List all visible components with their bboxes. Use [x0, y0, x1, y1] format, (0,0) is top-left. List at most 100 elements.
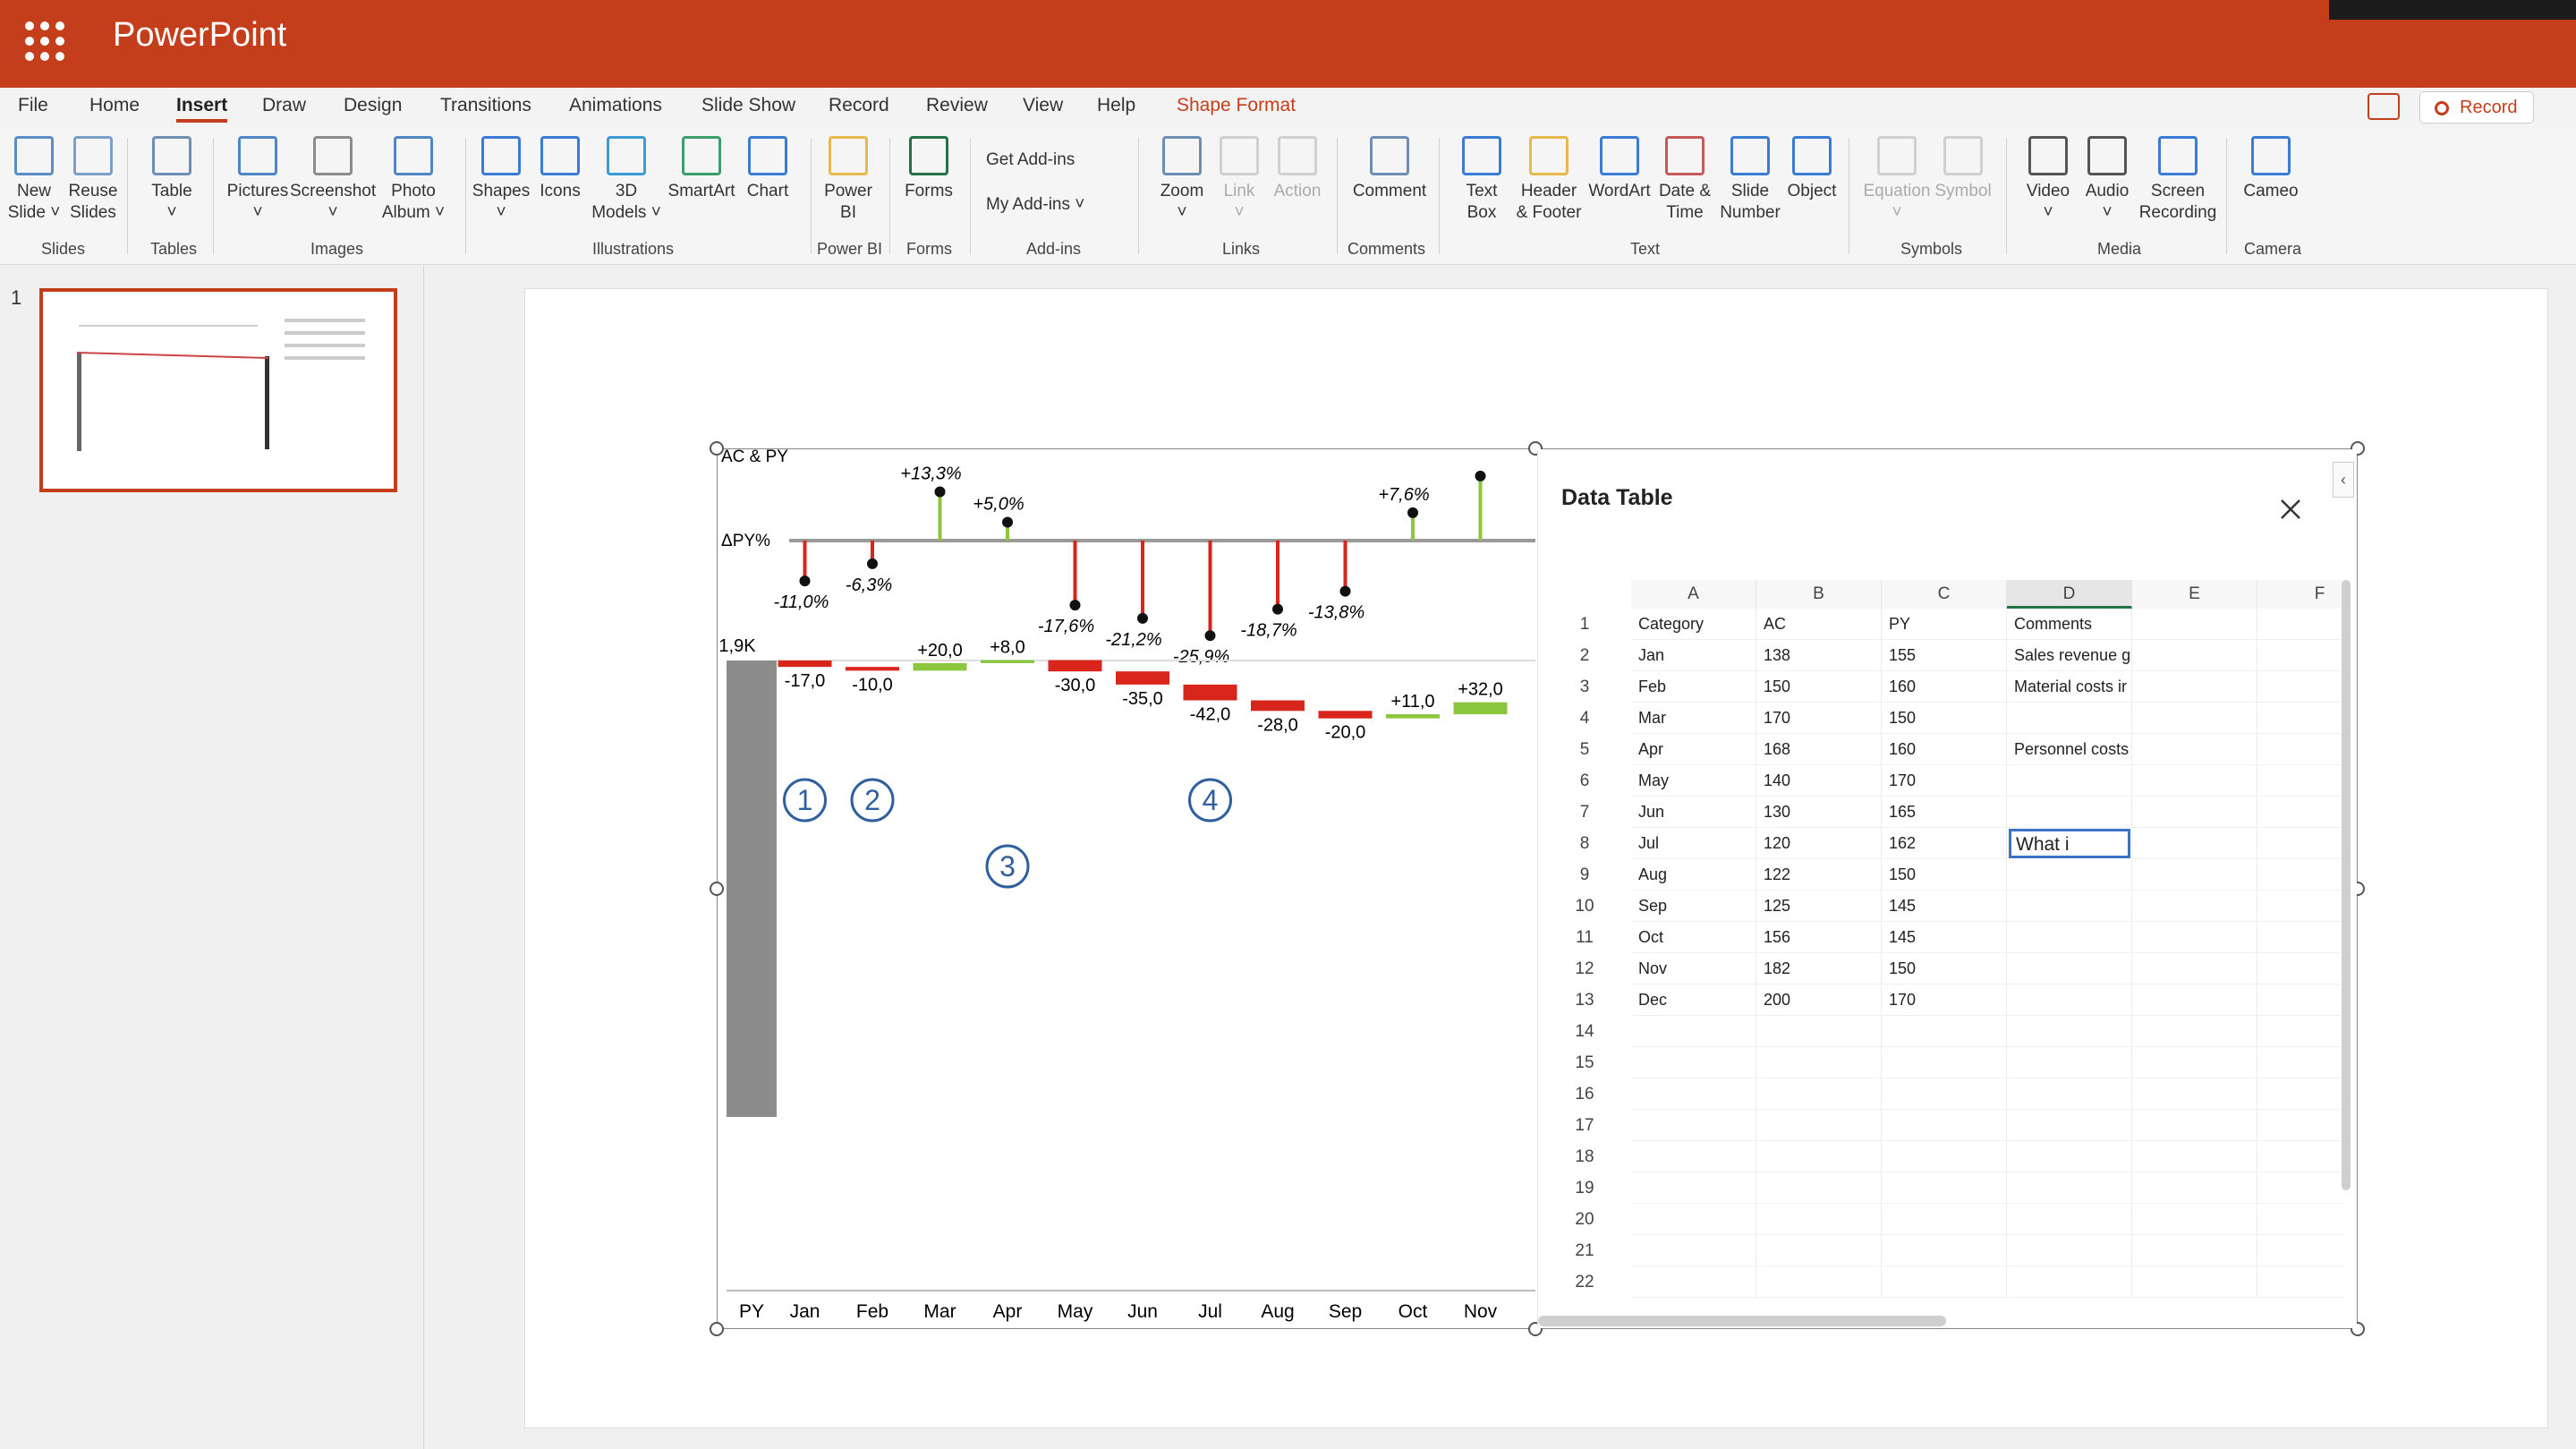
grid-cell[interactable] [2132, 1204, 2257, 1235]
grid-cell[interactable] [2132, 609, 2257, 640]
horizontal-scrollbar[interactable] [1538, 1316, 1946, 1326]
grid-cell[interactable] [1631, 1078, 1756, 1110]
grid-cell[interactable] [2257, 1266, 2343, 1298]
column-header[interactable]: B [1756, 580, 1882, 609]
grid-cell[interactable]: Category [1631, 609, 1756, 640]
cameo-button[interactable]: Cameo [2239, 136, 2303, 202]
grid-cell[interactable] [2007, 891, 2132, 922]
column-header[interactable]: F [2257, 580, 2343, 609]
forms-button[interactable]: Forms [900, 136, 957, 202]
tab-file[interactable]: File [18, 95, 48, 116]
grid-cell[interactable]: Jun [1631, 797, 1756, 828]
grid-cell[interactable] [1756, 1110, 1882, 1141]
object-button[interactable]: Object [1781, 136, 1843, 202]
date-time-button[interactable]: Date & Time [1654, 136, 1716, 224]
grid-cell[interactable] [1756, 1172, 1882, 1204]
grid-cell[interactable] [2007, 1078, 2132, 1110]
smartart-button[interactable]: SmartArt [664, 136, 739, 202]
grid-cell[interactable] [1882, 1266, 2007, 1298]
grid-cell[interactable]: Sep [1631, 891, 1756, 922]
header-footer-button[interactable]: Header & Footer [1509, 136, 1589, 224]
grid-cell[interactable] [1882, 1078, 2007, 1110]
grid-cell[interactable]: 150 [1882, 859, 2007, 891]
comment-button[interactable]: Comment [1349, 136, 1430, 202]
row-header[interactable]: 9 [1538, 859, 1631, 891]
grid-cell[interactable]: 170 [1882, 765, 2007, 797]
column-header[interactable]: D [2007, 580, 2132, 609]
row-header[interactable]: 16 [1538, 1078, 1631, 1110]
grid-cell[interactable] [2132, 859, 2257, 891]
table-button[interactable]: Table ˅ [145, 136, 199, 224]
grid-cell[interactable]: Jan [1631, 640, 1756, 671]
grid-cell[interactable] [2007, 859, 2132, 891]
grid-cell[interactable] [2132, 1047, 2257, 1078]
chart-button[interactable]: Chart [739, 136, 796, 202]
grid-cell[interactable] [2007, 1266, 2132, 1298]
grid-cell[interactable] [2257, 765, 2343, 797]
grid-cell[interactable] [1631, 1016, 1756, 1047]
variance-chart[interactable]: AC & PYΔPY%-11,0%-6,3%+13,3%+5,0%-17,6%-… [718, 449, 1535, 1328]
grid-cell[interactable]: 140 [1756, 765, 1882, 797]
grid-cell[interactable]: 156 [1756, 922, 1882, 953]
symbol-button[interactable]: Symbol [1931, 136, 1995, 202]
grid-cell[interactable] [1882, 1016, 2007, 1047]
grid-cell[interactable] [2007, 1141, 2132, 1172]
grid-cell[interactable] [2132, 1110, 2257, 1141]
link-button[interactable]: Link ˅ [1213, 136, 1265, 224]
shapes-button[interactable]: Shapes ˅ [467, 136, 535, 224]
equation-button[interactable]: Equation ˅ [1861, 136, 1933, 224]
close-icon[interactable] [2277, 496, 2304, 523]
grid-cell[interactable]: 162 [1882, 828, 2007, 859]
app-launcher-icon[interactable] [25, 21, 64, 61]
grid-cell[interactable] [1756, 1235, 1882, 1266]
grid-cell[interactable] [2132, 1235, 2257, 1266]
grid-cell[interactable] [1631, 1110, 1756, 1141]
grid-cell[interactable] [2007, 1172, 2132, 1204]
grid-cell[interactable] [2257, 640, 2343, 671]
zoom-button[interactable]: Zoom ˅ [1152, 136, 1211, 224]
grid-cell[interactable] [2132, 671, 2257, 703]
tab-transitions[interactable]: Transitions [440, 95, 531, 116]
grid-cell[interactable]: 138 [1756, 640, 1882, 671]
grid-cell[interactable] [2007, 765, 2132, 797]
row-header[interactable]: 8 [1538, 828, 1631, 859]
grid-cell[interactable]: Sales revenue g [2007, 640, 2132, 671]
grid-cell[interactable] [2257, 1016, 2343, 1047]
3d-models-button[interactable]: 3D Models ˅ [589, 136, 664, 224]
grid-cell[interactable] [2007, 953, 2132, 984]
grid-cell[interactable] [1882, 1204, 2007, 1235]
grid-cell[interactable]: 120 [1756, 828, 1882, 859]
screenshot-button[interactable]: Screenshot ˅ [290, 136, 376, 224]
video-button[interactable]: Video ˅ [2019, 136, 2078, 224]
grid-cell[interactable] [1882, 1047, 2007, 1078]
grid-cell[interactable] [2257, 984, 2343, 1016]
grid-cell[interactable]: 160 [1882, 671, 2007, 703]
tab-review[interactable]: Review [926, 95, 988, 116]
tab-draw[interactable]: Draw [262, 95, 306, 116]
grid-cell[interactable] [2007, 1235, 2132, 1266]
grid-cell[interactable] [2007, 922, 2132, 953]
tab-animations[interactable]: Animations [569, 95, 662, 116]
row-header[interactable]: 2 [1538, 640, 1631, 671]
grid-cell[interactable] [1631, 1172, 1756, 1204]
grid-cell[interactable]: Comments [2007, 609, 2132, 640]
row-header[interactable]: 17 [1538, 1110, 1631, 1141]
grid-cell[interactable] [2007, 703, 2132, 734]
grid-cell[interactable] [2257, 734, 2343, 765]
grid-cell[interactable] [2257, 891, 2343, 922]
grid-cell[interactable] [2132, 1266, 2257, 1298]
tab-slide-show[interactable]: Slide Show [701, 95, 795, 116]
grid-cell[interactable]: 200 [1756, 984, 1882, 1016]
grid-cell[interactable] [1756, 1078, 1882, 1110]
row-header[interactable]: 4 [1538, 703, 1631, 734]
column-header[interactable]: A [1631, 580, 1756, 609]
grid-cell[interactable]: 150 [1882, 703, 2007, 734]
row-header[interactable]: 13 [1538, 984, 1631, 1016]
grid-cell[interactable] [2257, 609, 2343, 640]
grid-cell[interactable]: 168 [1756, 734, 1882, 765]
grid-cell[interactable] [2257, 828, 2343, 859]
grid-cell[interactable] [1756, 1266, 1882, 1298]
grid-cell[interactable] [1631, 1235, 1756, 1266]
grid-cell[interactable]: Jul [1631, 828, 1756, 859]
grid-cell[interactable] [2132, 734, 2257, 765]
